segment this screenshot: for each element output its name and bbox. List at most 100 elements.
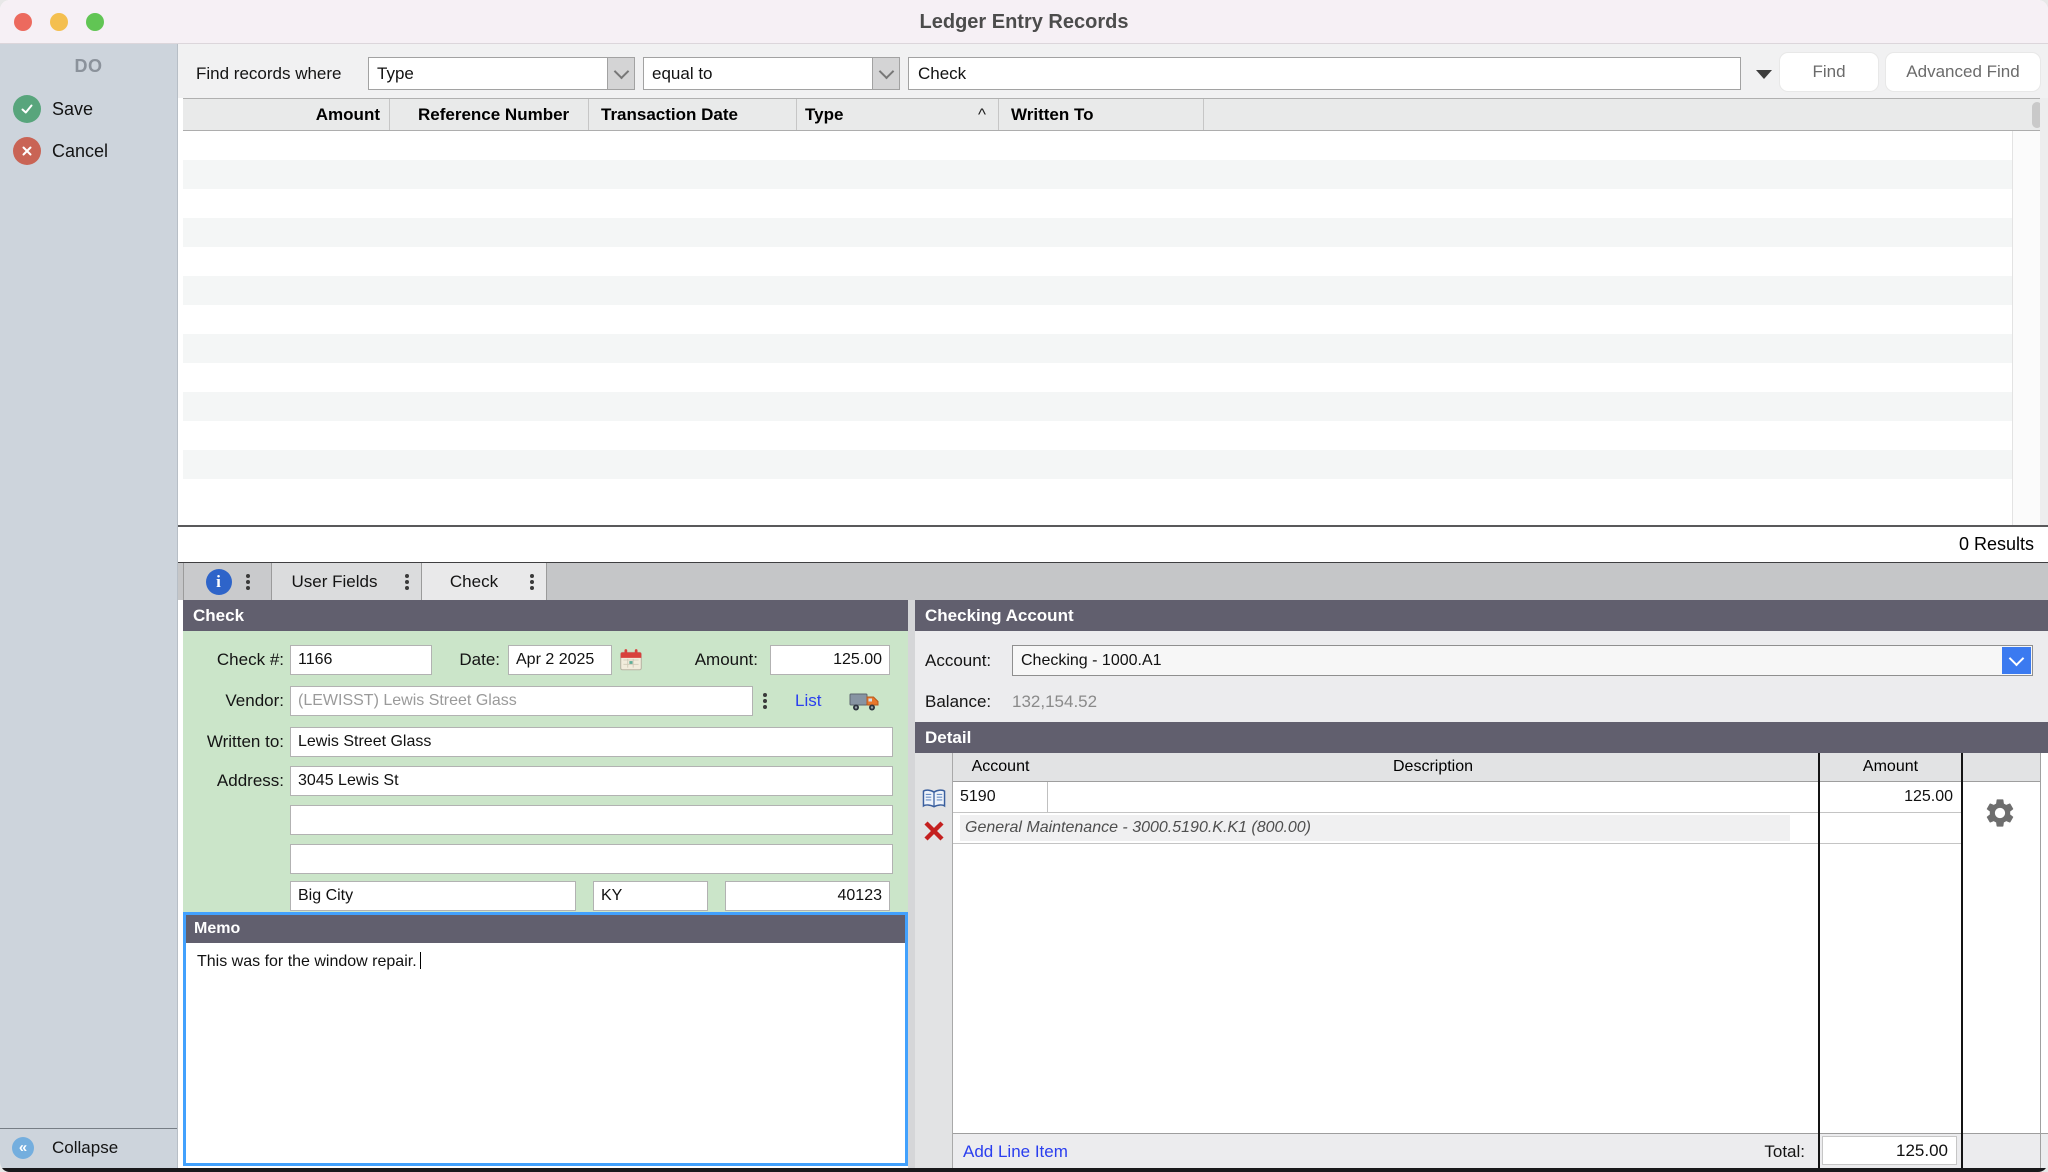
memo-panel-header: Memo	[186, 915, 905, 943]
vendor-menu-kebab-icon[interactable]	[763, 699, 767, 703]
check-panel-header: Check	[183, 600, 908, 631]
save-button-label: Save	[52, 94, 93, 124]
memo-textarea[interactable]: This was for the window repair.	[186, 943, 905, 1163]
memo-panel: Memo This was for the window repair.	[183, 912, 908, 1166]
date-field[interactable]: Apr 2 2025	[508, 645, 612, 675]
find-field-dropdown[interactable]: Type	[368, 57, 635, 90]
cancel-button-label: Cancel	[52, 136, 108, 166]
info-icon: i	[206, 569, 232, 595]
column-header-written-to[interactable]: Written To	[999, 99, 1204, 130]
find-records-label: Find records where	[196, 57, 342, 90]
line-item-account-info: General Maintenance - 3000.5190.K.K1 (80…	[960, 815, 1790, 841]
calendar-icon[interactable]	[618, 647, 644, 678]
detail-right-border	[2040, 753, 2041, 1168]
state-field[interactable]: KY	[593, 881, 708, 911]
collapse-sidebar-button[interactable]: « Collapse	[0, 1136, 177, 1160]
save-button[interactable]: Save	[0, 94, 177, 124]
line-item-amount-cell[interactable]: 125.00	[1820, 782, 1961, 812]
tab-menu-kebab-icon[interactable]	[530, 580, 534, 584]
app-window: Ledger Entry Records DO Save Cancel « Co…	[0, 0, 2048, 1172]
row-divider	[953, 843, 1961, 844]
account-label: Account:	[925, 645, 991, 676]
account-dropdown[interactable]: Checking - 1000.A1	[1012, 645, 2033, 676]
address-line2-field[interactable]	[290, 805, 893, 835]
total-value: 125.00	[1822, 1136, 1957, 1165]
checking-account-panel: Checking Account Account: Checking - 100…	[915, 600, 2048, 1172]
detail-column-description: Description	[1048, 753, 1818, 781]
add-line-item-link[interactable]: Add Line Item	[963, 1136, 1068, 1168]
find-field-value: Type	[377, 64, 414, 83]
collapse-chevrons-icon: «	[12, 1137, 34, 1159]
search-options-caret-icon[interactable]	[1756, 70, 1772, 79]
account-dropdown-chevron-button[interactable]	[2002, 647, 2031, 674]
zip-field[interactable]: 40123	[725, 881, 890, 911]
collapse-button-label: Collapse	[52, 1136, 118, 1160]
checking-account-header: Checking Account	[915, 600, 2048, 631]
chevron-down-icon	[607, 58, 634, 89]
empty-row-stripes	[183, 131, 2012, 508]
find-search-input[interactable]: Check	[908, 57, 1741, 90]
detail-column-amount: Amount	[1820, 753, 1961, 781]
check-panel: Check Check #: 1166 Date: Apr 2 2025 Amo…	[183, 600, 908, 1172]
amount-column-border	[1961, 753, 1963, 1168]
tab-check[interactable]: Check	[422, 563, 547, 600]
results-count: 0 Results	[1959, 527, 2034, 561]
results-table-body	[183, 131, 2012, 525]
tab-menu-kebab-icon[interactable]	[405, 580, 409, 584]
address-label: Address:	[183, 766, 284, 796]
ledger-book-icon[interactable]	[921, 788, 947, 815]
date-label: Date:	[383, 645, 500, 675]
title-bar: Ledger Entry Records	[0, 0, 2048, 44]
check-number-label: Check #:	[183, 645, 284, 675]
checking-account-body: Account: Checking - 1000.A1 Balance: 132…	[915, 631, 2048, 722]
results-table-header: Amount Reference Number Transaction Date…	[183, 98, 2040, 131]
balance-label: Balance:	[925, 686, 991, 717]
line-item-settings-gear-icon[interactable]	[1983, 796, 2017, 835]
column-header-type-label: Type	[805, 105, 843, 124]
tab-info[interactable]: i	[183, 563, 272, 600]
address-line3-field[interactable]	[290, 844, 893, 874]
vendor-list-link[interactable]: List	[795, 686, 821, 716]
account-value: Checking - 1000.A1	[1021, 652, 1162, 669]
detail-row-icon-column	[915, 753, 953, 1168]
find-button[interactable]: Find	[1779, 52, 1879, 92]
truck-icon[interactable]	[849, 690, 881, 719]
cancel-button[interactable]: Cancel	[0, 136, 177, 166]
find-operator-value: equal to	[652, 64, 713, 83]
find-operator-dropdown[interactable]: equal to	[643, 57, 900, 90]
sort-ascending-icon: ^	[978, 99, 998, 130]
find-bar: Find records where Type equal to Check F…	[178, 44, 2048, 98]
total-label: Total:	[1615, 1135, 1805, 1168]
line-item-account-cell[interactable]: 5190	[953, 782, 1048, 812]
save-check-icon	[13, 95, 41, 123]
panel-gap	[908, 600, 915, 1172]
column-header-type[interactable]: Type ^	[797, 99, 999, 130]
delete-line-item-icon[interactable]	[922, 819, 946, 848]
city-field[interactable]: Big City	[290, 881, 576, 911]
sidebar-section-label: DO	[0, 56, 177, 77]
column-header-reference-number[interactable]: Reference Number	[390, 99, 589, 130]
chevron-down-icon	[2009, 650, 2025, 666]
detail-header: Detail	[915, 722, 2048, 753]
written-to-label: Written to:	[183, 727, 284, 757]
amount-label: Amount:	[653, 645, 758, 675]
detail-column-account: Account	[953, 753, 1048, 781]
tab-user-fields[interactable]: User Fields	[272, 563, 422, 600]
advanced-find-button[interactable]: Advanced Find	[1885, 52, 2041, 92]
amount-field[interactable]: 125.00	[770, 645, 890, 675]
results-right-margin	[2040, 98, 2048, 562]
column-header-transaction-date[interactable]: Transaction Date	[589, 99, 797, 130]
column-header-amount[interactable]: Amount	[183, 99, 390, 130]
address-line1-field[interactable]: 3045 Lewis St	[290, 766, 893, 796]
tab-strip: i User Fields Check	[178, 562, 2048, 600]
results-scrollbar-track[interactable]	[2012, 131, 2040, 525]
vendor-field[interactable]: (LEWISST) Lewis Street Glass	[290, 686, 753, 716]
tab-menu-kebab-icon[interactable]	[246, 580, 250, 584]
line-item-description-cell[interactable]	[1049, 782, 1818, 812]
sidebar: DO Save Cancel « Collapse	[0, 44, 178, 1172]
chevron-down-icon	[872, 58, 899, 89]
cancel-x-icon	[13, 137, 41, 165]
sidebar-divider	[0, 1128, 177, 1129]
written-to-field[interactable]: Lewis Street Glass	[290, 727, 893, 757]
tab-user-fields-label: User Fields	[292, 572, 378, 592]
